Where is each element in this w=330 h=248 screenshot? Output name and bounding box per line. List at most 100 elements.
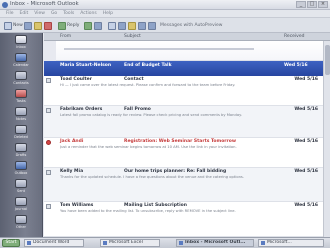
sidebar-item-notes[interactable]: Notes	[4, 107, 38, 121]
follow-up-flag-icon[interactable]	[46, 140, 51, 145]
menu-view[interactable]: View	[34, 11, 45, 16]
print-button[interactable]	[24, 21, 32, 30]
column-subject[interactable]: Subject	[124, 34, 141, 39]
message-from: Toad Coulter	[60, 77, 92, 82]
reply-button[interactable]: Reply	[58, 21, 79, 30]
column-from[interactable]: From	[60, 34, 71, 39]
minimize-button[interactable]: _	[296, 1, 306, 8]
message-row[interactable]: Jack Andi Registration: Web Seminar Star…	[44, 138, 330, 168]
message-list-scrollbar[interactable]	[323, 41, 330, 237]
message-preview: Hi — I just came over the latest request…	[60, 83, 236, 87]
window-title: Inbox - Microsoft Outlook	[10, 1, 79, 7]
sidebar-item-sent[interactable]: Sent	[4, 179, 38, 193]
message-row[interactable]: Tom Williams Mailing List Subscription W…	[44, 202, 330, 237]
sidebar-item-journal[interactable]: Journal	[4, 197, 38, 211]
message-subject: Registration: Web Seminar Starts Tomorro…	[124, 139, 236, 144]
message-preview: You have been added to the mailing list.…	[60, 209, 236, 213]
message-subject: Our home trips planner: Re: Fall bidding	[124, 169, 227, 174]
menu-edit[interactable]: Edit	[20, 11, 29, 16]
outlook-icon	[2, 2, 8, 8]
scrollbar-thumb[interactable]	[325, 45, 330, 75]
close-button[interactable]: ×	[318, 1, 328, 8]
taskbar-item-other[interactable]: Microsoft...	[258, 239, 324, 247]
message-date: Wed 5/16	[294, 169, 318, 174]
find-icon	[118, 21, 126, 30]
sidebar-item-drafts[interactable]: Drafts	[4, 143, 38, 157]
delete-icon	[44, 21, 52, 30]
menu-help[interactable]: Help	[103, 11, 113, 16]
help-icon	[148, 21, 156, 30]
delete-button[interactable]	[44, 21, 52, 30]
new-button[interactable]: New	[4, 21, 23, 30]
message-preview: Latest fall promo catalog is ready for r…	[60, 113, 242, 117]
send-receive-button[interactable]	[108, 21, 116, 30]
move-to-folder-icon	[34, 21, 42, 30]
outlook-bar: Inbox Calendar Contacts Tasks Notes Dele…	[0, 33, 43, 237]
maximize-button[interactable]: □	[307, 1, 317, 8]
flag-icon[interactable]	[46, 204, 51, 209]
selected-message-row[interactable]: Maria Stuart-Nelson End of Budget Talk W…	[44, 61, 330, 76]
sidebar-item-deleted[interactable]: Deleted	[4, 125, 38, 139]
message-preview: Just a reminder that the web seminar beg…	[60, 145, 237, 149]
message-row[interactable]: Fabrikam Orders Fall Promo Wed 5/16 Late…	[44, 106, 330, 138]
flag-icon[interactable]	[46, 170, 51, 175]
address-book-button[interactable]	[128, 21, 136, 30]
sidebar-item-other[interactable]: Other	[4, 215, 38, 229]
sidebar-item-contacts[interactable]: Contacts	[4, 71, 38, 85]
taskbar-item-outlook[interactable]: Inbox - Microsoft Outl...	[176, 239, 254, 247]
selected-from: Maria Stuart-Nelson	[60, 63, 112, 68]
message-preview: Thanks for the updated schedule. I have …	[60, 175, 245, 179]
toolbar: New Reply Messages with AutoPreview	[0, 18, 330, 33]
taskbar-item-excel[interactable]: Microsoft Excel	[100, 239, 160, 247]
help-button[interactable]	[148, 21, 156, 30]
menu-actions[interactable]: Actions	[80, 11, 96, 16]
sidebar-item-outbox[interactable]: Outbox	[4, 161, 38, 175]
start-button[interactable]: Start	[2, 239, 20, 247]
contacts-icon	[15, 71, 27, 80]
taskbar-item-word[interactable]: Document Word	[24, 239, 84, 247]
preview-banner	[56, 41, 330, 61]
message-row[interactable]: Kelly Mia Our home trips planner: Re: Fa…	[44, 168, 330, 202]
message-date: Wed 5/16	[294, 139, 318, 144]
forward-icon	[94, 21, 102, 30]
address-book-icon	[128, 21, 136, 30]
move-button[interactable]	[34, 21, 42, 30]
column-received[interactable]: Received	[284, 34, 304, 39]
drafts-icon	[15, 143, 27, 152]
forward-button[interactable]	[94, 21, 102, 30]
find-button[interactable]	[118, 21, 126, 30]
title-bar: Inbox - Microsoft Outlook _ □ ×	[0, 0, 330, 10]
view-selector[interactable]: Messages with AutoPreview	[160, 23, 222, 28]
message-from: Kelly Mia	[60, 169, 84, 174]
deleted-items-icon	[15, 125, 27, 134]
sidebar-item-inbox[interactable]: Inbox	[4, 35, 38, 49]
menu-bar: File Edit View Go Tools Actions Help	[0, 10, 330, 18]
tasks-icon	[15, 89, 27, 98]
message-subject: Fall Promo	[124, 107, 151, 112]
taskbar: Start Document Word Microsoft Excel Inbo…	[0, 237, 330, 248]
sidebar-item-tasks[interactable]: Tasks	[4, 89, 38, 103]
calendar-icon	[15, 53, 27, 62]
flag-icon[interactable]	[46, 108, 51, 113]
menu-tools[interactable]: Tools	[63, 11, 74, 16]
menu-go[interactable]: Go	[51, 11, 57, 16]
message-date: Wed 5/16	[294, 203, 318, 208]
reply-icon	[58, 21, 66, 30]
message-row[interactable]: Toad Coulter Contact Wed 5/16 Hi — I jus…	[44, 76, 330, 106]
sent-items-icon	[15, 179, 27, 188]
menu-file[interactable]: File	[6, 11, 14, 16]
inbox-icon	[15, 35, 27, 44]
flag-icon[interactable]	[46, 78, 51, 83]
message-date: Wed 5/16	[294, 107, 318, 112]
message-date: Wed 5/16	[294, 77, 318, 82]
organize-icon	[138, 21, 146, 30]
new-mail-icon	[4, 21, 12, 30]
reply-all-button[interactable]	[84, 21, 92, 30]
notes-icon	[15, 107, 27, 116]
journal-icon	[15, 197, 27, 206]
sidebar-item-calendar[interactable]: Calendar	[4, 53, 38, 67]
other-shortcuts-icon	[15, 215, 27, 224]
organize-button[interactable]	[138, 21, 146, 30]
selected-date: Wed 5/16	[284, 63, 308, 68]
reply-all-icon	[84, 21, 92, 30]
